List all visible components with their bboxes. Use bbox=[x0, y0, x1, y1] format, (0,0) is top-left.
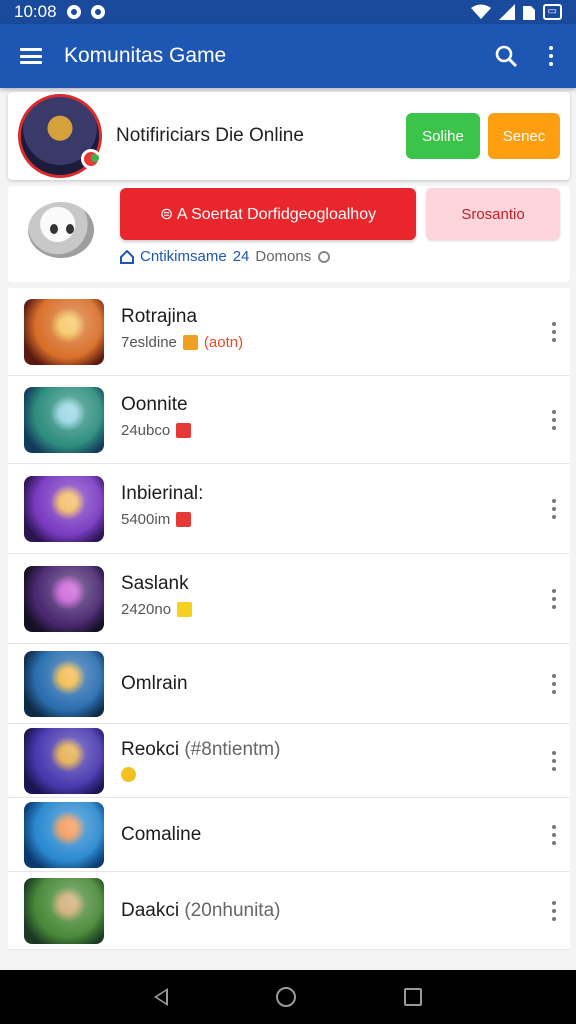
game-text: Omlrain bbox=[121, 673, 188, 695]
game-row[interactable]: Oonnite 24ubco bbox=[8, 376, 570, 464]
more-vert-icon[interactable] bbox=[552, 674, 556, 694]
more-vert-icon[interactable] bbox=[552, 322, 556, 342]
wifi-icon bbox=[470, 4, 491, 19]
secondary-community-button[interactable]: Srosantio bbox=[426, 188, 560, 240]
game-name: Rotrajina bbox=[121, 306, 198, 327]
game-subtitle: 7esldine bbox=[121, 334, 177, 351]
more-vert-icon[interactable] bbox=[552, 589, 556, 609]
more-vert-icon[interactable] bbox=[552, 825, 556, 845]
game-text: Reokci (#8ntientm) bbox=[121, 739, 280, 787]
app-title: Komunitas Game bbox=[64, 44, 227, 67]
game-list: Rotrajina 7esldine (aotn) Oonnite 24ubco Inbi… bbox=[8, 288, 570, 950]
game-tag-icon bbox=[176, 423, 192, 438]
game-name: Daakci bbox=[121, 900, 180, 921]
game-text: Daakci (20nhunita) bbox=[121, 900, 280, 922]
community-link[interactable]: Cntikimsame bbox=[140, 248, 227, 265]
game-extra: (#8ntientm) bbox=[184, 739, 281, 760]
sim-icon bbox=[522, 6, 535, 20]
app-bar: Komunitas Game bbox=[0, 24, 576, 88]
mascot-icon bbox=[28, 202, 94, 258]
game-name: Omlrain bbox=[121, 673, 188, 694]
more-vert-icon[interactable] bbox=[552, 499, 556, 519]
system-nav-bar bbox=[0, 970, 576, 1024]
join-community-button[interactable]: ⊜ A Soertat Dorfidgeogloalhoy bbox=[120, 188, 416, 240]
more-vert-icon[interactable] bbox=[552, 751, 556, 771]
game-subtitle: 5400im bbox=[121, 511, 171, 528]
game-text: Oonnite 24ubco bbox=[121, 394, 192, 439]
game-extra: (20nhunita) bbox=[184, 900, 281, 921]
game-title-line: Daakci (20nhunita) bbox=[121, 900, 280, 922]
check-icon bbox=[90, 5, 105, 19]
game-row[interactable]: Rotrajina 7esldine (aotn) bbox=[8, 288, 570, 376]
online-button[interactable]: Solihe bbox=[406, 113, 480, 159]
game-subtitle-line: 5400im bbox=[121, 511, 203, 528]
game-subtitle: 24ubco bbox=[121, 422, 171, 439]
home-outline-icon bbox=[120, 249, 134, 264]
game-row[interactable]: Omlrain bbox=[8, 644, 570, 724]
game-name: Inbierinal: bbox=[121, 483, 204, 504]
search-icon[interactable] bbox=[494, 44, 518, 68]
status-bar: 10:08 ▭ bbox=[0, 0, 576, 24]
community-meta: Cntikimsame 24 Domons bbox=[120, 248, 331, 265]
online-status-icon bbox=[81, 149, 101, 169]
more-vert-icon[interactable] bbox=[552, 901, 556, 921]
back-icon[interactable] bbox=[154, 988, 168, 1006]
game-name: Reokci bbox=[121, 739, 180, 760]
menu-icon[interactable] bbox=[20, 48, 42, 64]
battery-icon: ▭ bbox=[542, 4, 562, 20]
game-name: Saslank bbox=[121, 573, 189, 594]
game-subtitle-line: 7esldine (aotn) bbox=[121, 334, 243, 351]
game-text: Inbierinal: 5400im bbox=[121, 483, 203, 528]
more-vert-icon[interactable] bbox=[546, 46, 556, 66]
game-thumbnail[interactable] bbox=[24, 802, 104, 868]
game-subtitle: 2420no bbox=[121, 601, 172, 618]
game-thumbnail[interactable] bbox=[24, 878, 104, 944]
game-text: Saslank 2420no bbox=[121, 573, 193, 618]
profile-card: Notifiriciars Die Online Solihe Senec bbox=[8, 92, 570, 180]
game-name: Oonnite bbox=[121, 394, 188, 415]
game-subtitle-line: 2420no bbox=[121, 601, 193, 618]
game-row[interactable]: Daakci (20nhunita) bbox=[8, 872, 570, 950]
game-title-line: Reokci (#8ntientm) bbox=[121, 739, 280, 761]
game-subtitle-line: 24ubco bbox=[121, 422, 192, 439]
select-button[interactable]: Senec bbox=[488, 113, 560, 159]
notification-icon bbox=[66, 5, 81, 19]
profile-name: Notifiriciars Die Online bbox=[116, 125, 304, 146]
game-thumbnail[interactable] bbox=[24, 728, 104, 794]
screen: 10:08 ▭ Komunitas Game Notifiriciars Die… bbox=[0, 0, 576, 1024]
community-suffix: Domons bbox=[255, 248, 312, 265]
game-row[interactable]: Saslank 2420no bbox=[8, 554, 570, 644]
game-row[interactable]: Reokci (#8ntientm) bbox=[8, 724, 570, 798]
sync-icon bbox=[318, 250, 331, 263]
game-text: Comaline bbox=[121, 824, 201, 846]
signal-icon bbox=[498, 4, 515, 20]
game-thumbnail[interactable] bbox=[24, 387, 104, 453]
game-tag-icon bbox=[182, 335, 198, 350]
recents-icon[interactable] bbox=[404, 988, 422, 1006]
game-thumbnail[interactable] bbox=[24, 651, 104, 717]
game-thumbnail[interactable] bbox=[24, 299, 104, 365]
game-tag-icon bbox=[176, 512, 192, 527]
game-tag-icon bbox=[121, 767, 136, 782]
game-thumbnail[interactable] bbox=[24, 566, 104, 632]
game-row[interactable]: Inbierinal: 5400im bbox=[8, 464, 570, 554]
community-card: ⊜ A Soertat Dorfidgeogloalhoy Srosantio … bbox=[8, 186, 570, 282]
community-count: 24 bbox=[232, 248, 250, 265]
home-icon[interactable] bbox=[276, 987, 296, 1007]
game-text: Rotrajina 7esldine (aotn) bbox=[121, 306, 243, 351]
more-vert-icon[interactable] bbox=[552, 410, 556, 430]
game-name: Comaline bbox=[121, 824, 202, 845]
game-thumbnail[interactable] bbox=[24, 476, 104, 542]
status-time: 10:08 bbox=[14, 2, 57, 21]
game-row[interactable]: Comaline bbox=[8, 798, 570, 872]
game-extra: (aotn) bbox=[203, 334, 244, 351]
avatar[interactable] bbox=[18, 94, 102, 178]
game-tag-icon bbox=[177, 602, 193, 617]
